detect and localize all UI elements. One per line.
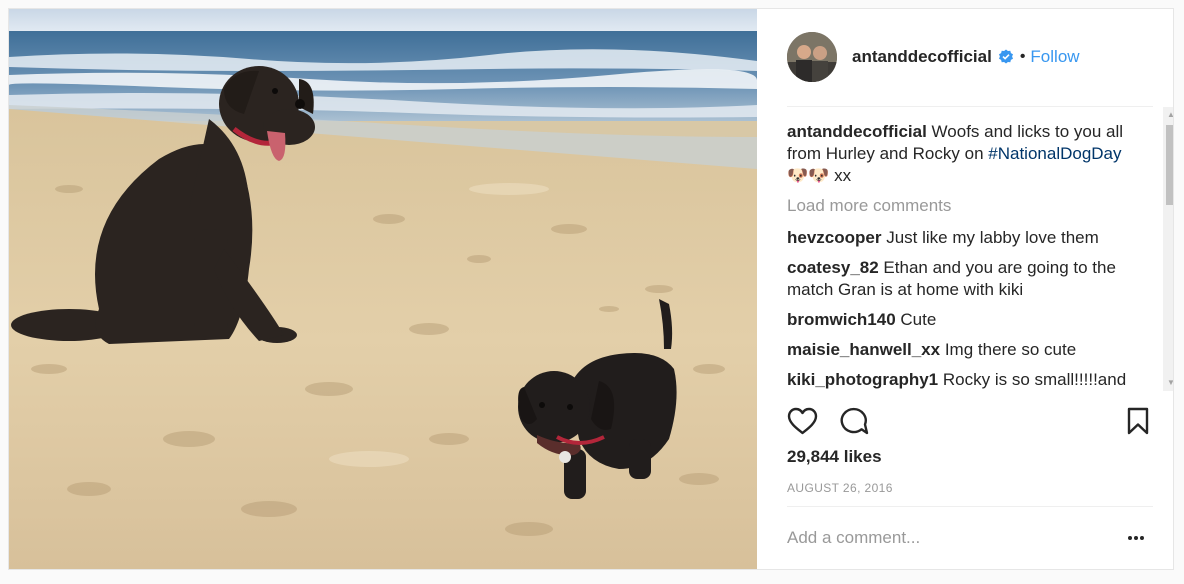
comment-username[interactable]: hevzcooper [787,228,881,247]
bookmark-icon[interactable] [1127,407,1149,435]
caption-suffix: xx [834,166,852,185]
scrollbar-thumb[interactable] [1166,125,1173,205]
comment-text: Img there so cute [944,340,1077,359]
likes-count[interactable]: 29,844 likes [787,447,882,467]
caption-hashtag[interactable]: #NationalDogDay [988,144,1121,163]
comment-username[interactable]: maisie_hanwell_xx [787,340,940,359]
comment-item: coatesy_82 Ethan and you are going to th… [787,257,1132,301]
comment-item: hevzcooper Just like my labby love them [787,227,1132,249]
action-bar [787,407,1157,435]
post-card: antanddecofficial • Follow antanddecoffi… [8,8,1174,570]
scroll-down-arrow-icon[interactable]: ▼ [1163,375,1173,391]
add-comment-divider [787,506,1153,507]
post-header: antanddecofficial • Follow [787,31,1080,83]
comment-username[interactable]: bromwich140 [787,310,896,329]
caption-emoji: 🐶🐶 [787,166,830,185]
comment-text: Just like my labby love them [886,228,1099,247]
comment-username[interactable]: coatesy_82 [787,258,879,277]
load-more-comments-link[interactable]: Load more comments [787,195,1132,217]
heart-icon[interactable] [787,407,818,435]
comment-item: bromwich140 Cute [787,309,1132,331]
more-options-icon[interactable] [1126,528,1146,548]
comment-item: kiki_photography1 Rocky is so small!!!!!… [787,369,1132,391]
post-date[interactable]: AUGUST 26, 2016 [787,481,893,495]
scroll-up-arrow-icon[interactable]: ▲ [1163,107,1173,123]
comment-text: Rocky is so small!!!!!and [942,370,1127,389]
separator-dot: • [1019,48,1026,65]
post-sidebar: antanddecofficial • Follow antanddecoffi… [757,9,1173,569]
comment-text: Cute [900,310,937,329]
caption-username[interactable]: antanddecofficial [787,122,927,141]
avatar[interactable] [787,32,837,82]
comments-list[interactable]: antanddecofficial Woofs and licks to you… [787,107,1157,391]
follow-button[interactable]: Follow [1030,47,1079,67]
post-photo[interactable] [9,9,757,569]
caption: antanddecofficial Woofs and licks to you… [787,121,1132,187]
beach-dogs-image [9,9,757,569]
comment-icon[interactable] [839,407,869,435]
comments-scrollbar[interactable]: ▲ ▼ [1163,107,1173,391]
comment-username[interactable]: kiki_photography1 [787,370,938,389]
add-comment-input[interactable] [787,525,1087,551]
comment-item: maisie_hanwell_xx Img there so cute [787,339,1132,361]
verified-badge-icon [998,49,1013,64]
header-username[interactable]: antanddecofficial [852,47,992,67]
